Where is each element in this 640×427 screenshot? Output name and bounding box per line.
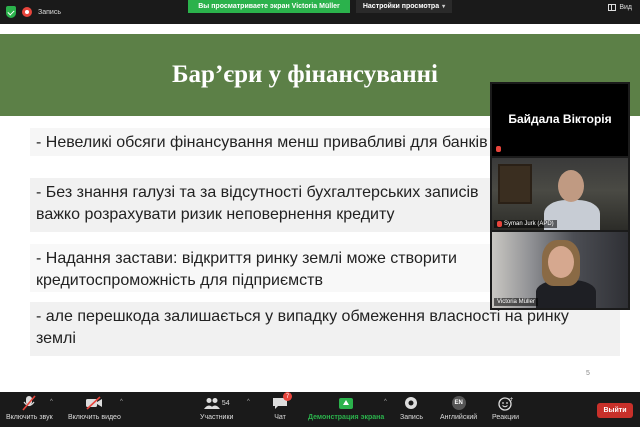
video-options-chevron-icon[interactable]: ^	[120, 399, 123, 405]
view-button[interactable]: Вид	[608, 4, 632, 11]
participant-tile[interactable]: Байдала Вікторія	[492, 84, 628, 156]
recording-status[interactable]: Запись	[6, 6, 61, 18]
record-icon	[404, 395, 418, 411]
view-grid-icon	[608, 4, 617, 11]
share-screen-button[interactable]: Демонстрация экрана	[308, 395, 384, 421]
language-icon-wrap: EN	[451, 395, 466, 411]
view-settings-label: Настройки просмотра	[362, 3, 440, 10]
share-options-chevron-icon[interactable]: ^	[384, 399, 387, 405]
slide-bullet: - але перешкода залишається у випадку об…	[30, 302, 620, 356]
share-screen-icon-wrap	[339, 395, 354, 411]
slide-page-number: 5	[586, 370, 590, 377]
share-screen-icon	[339, 397, 354, 409]
mic-muted-icon	[496, 146, 501, 152]
leave-meeting-button[interactable]: Выйти	[597, 403, 633, 418]
record-label: Запись	[400, 414, 423, 421]
mic-muted-icon	[22, 395, 36, 411]
unmute-button[interactable]: Включить звук	[6, 395, 53, 421]
top-bar: Запись Вы просматриваете экран Victoria …	[0, 0, 640, 24]
mic-muted-icon	[497, 221, 502, 227]
participant-tile[interactable]: Syman Jurk (APD)	[492, 158, 628, 230]
bookshelf-background	[498, 164, 532, 204]
participant-name-tag: Syman Jurk (APD)	[494, 220, 557, 228]
language-label: Английский	[440, 414, 478, 421]
security-shield-icon[interactable]	[6, 6, 16, 18]
participant-name-large: Байдала Вікторія	[508, 112, 612, 126]
view-label: Вид	[619, 4, 632, 11]
participant-name: Syman Jurk (APD)	[504, 221, 554, 227]
unmute-label: Включить звук	[6, 414, 53, 421]
start-video-button[interactable]: Включить видео	[68, 395, 121, 421]
viewing-screen-banner: Вы просматриваете экран Victoria Müller	[188, 0, 350, 13]
language-interpretation-button[interactable]: EN Английский	[440, 395, 477, 421]
record-button[interactable]: Запись	[400, 395, 423, 421]
participants-label: Участники	[200, 414, 234, 421]
reactions-icon: +	[498, 395, 513, 411]
language-globe-icon: EN	[451, 396, 466, 410]
view-settings-button[interactable]: Настройки просмотра ▾	[356, 0, 452, 13]
participant-tile[interactable]: Victoria Müller	[492, 232, 628, 308]
reactions-button[interactable]: + Реакции	[492, 395, 520, 422]
participant-video-panel[interactable]: Байдала Вікторія Syman Jurk (APD) Victor…	[490, 82, 630, 310]
chat-unread-badge: 7	[283, 392, 292, 401]
recording-icon	[22, 7, 32, 17]
participants-button[interactable]: 54 Участники	[200, 395, 233, 421]
svg-text:+: +	[509, 396, 513, 403]
chat-icon: 7	[272, 392, 292, 411]
participant-name: Victoria Müller	[497, 299, 535, 305]
participants-count: 54	[221, 399, 230, 407]
chat-button[interactable]: 7 Чат	[272, 392, 292, 421]
chevron-down-icon: ▾	[442, 4, 446, 10]
participants-icon: 54	[203, 395, 230, 411]
reactions-label: Реакции	[492, 414, 520, 421]
camera-off-icon	[85, 395, 103, 411]
chat-label: Чат	[274, 414, 286, 421]
audio-options-chevron-icon[interactable]: ^	[50, 399, 53, 405]
participant-video-head	[548, 246, 574, 278]
participant-name-tag: Victoria Müller	[494, 298, 538, 306]
participants-options-chevron-icon[interactable]: ^	[247, 399, 250, 405]
meeting-toolbar: Включить звук ^ Включить видео ^ 54 Учас…	[0, 392, 640, 427]
participant-video-head	[558, 170, 584, 202]
recording-label: Запись	[38, 8, 61, 16]
share-screen-label: Демонстрация экрана	[308, 414, 385, 421]
bullet-line: землі	[36, 330, 76, 347]
start-video-label: Включить видео	[68, 414, 121, 421]
